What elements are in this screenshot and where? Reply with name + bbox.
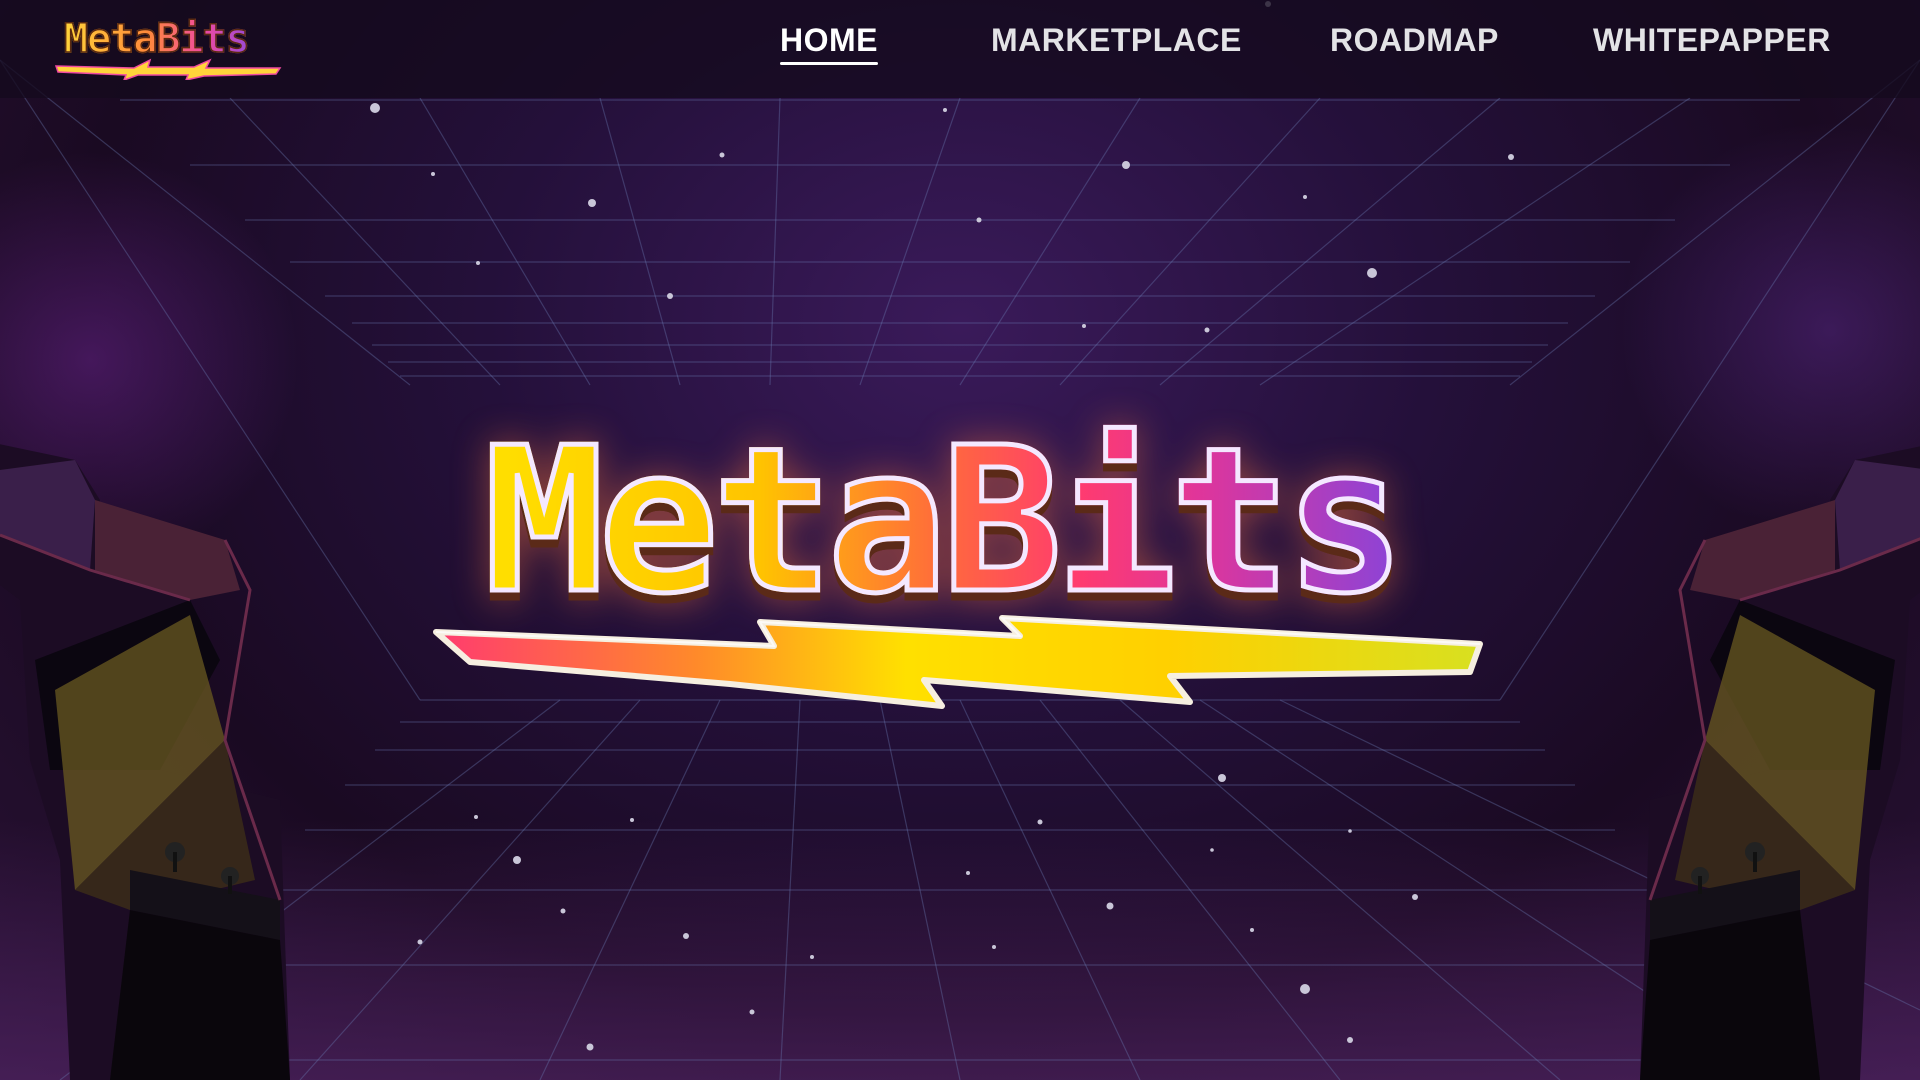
nav-marketplace-label: MARKETPLACE <box>991 22 1242 58</box>
arcade-cabinet-left <box>0 444 290 1080</box>
nav-marketplace-link[interactable]: MARKETPLACE <box>991 22 1242 59</box>
nav-whitepapper-label: WHITEPAPPER <box>1593 22 1831 58</box>
lightning-bolt-icon <box>433 615 1483 709</box>
arcade-cabinet-right <box>1640 446 1920 1080</box>
hero-title: MetaBits <box>481 405 1407 638</box>
lightning-bolt-icon <box>54 58 282 80</box>
hero-logo: MetaBits <box>430 419 1490 720</box>
brand-logo[interactable]: MetaBits <box>54 14 284 80</box>
nav-roadmap-label: ROADMAP <box>1330 22 1499 58</box>
top-nav-bar: MetaBits HOME MARKETPLACE ROADMAP WHITEP… <box>0 0 1920 98</box>
nav-home-label: HOME <box>780 22 878 58</box>
nav-whitepapper-link[interactable]: WHITEPAPPER <box>1593 22 1831 59</box>
nav-roadmap-link[interactable]: ROADMAP <box>1330 22 1499 59</box>
nav-active-underline <box>780 62 878 65</box>
nav-home-link[interactable]: HOME <box>780 22 878 65</box>
brand-logo-text: MetaBits <box>63 15 250 63</box>
